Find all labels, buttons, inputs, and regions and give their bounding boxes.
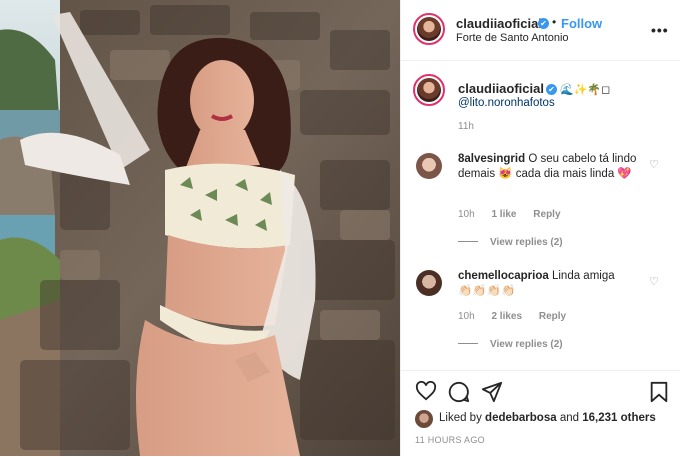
commenter-avatar[interactable] (416, 270, 442, 296)
view-replies-label: View replies (2) (490, 339, 563, 350)
commenter-username[interactable]: 8alvesingrid (458, 153, 525, 165)
caption-author-avatar[interactable] (413, 74, 445, 106)
commenter-avatar[interactable] (416, 153, 442, 179)
post-header: claudiiaoficial ✔ • Follow Forte de Sant… (401, 0, 680, 61)
caption-username[interactable]: claudiiaoficial (458, 81, 544, 96)
replies-divider-line (458, 343, 478, 344)
caption-header: claudiiaoficial ✔ 🌊✨🌴◻ (458, 80, 610, 98)
more-dots-icon[interactable]: ••• (651, 22, 669, 38)
author-avatar[interactable] (413, 13, 445, 45)
view-replies-button[interactable]: View replies (2) (458, 339, 563, 350)
post-photo[interactable] (0, 0, 400, 456)
comment-time[interactable]: 10h (458, 311, 475, 322)
verified-badge-icon: ✔ (538, 18, 549, 29)
verified-badge-icon: ✔ (545, 84, 557, 95)
bookmark-icon[interactable] (649, 381, 669, 403)
likes-joiner: and (559, 412, 580, 424)
replies-divider-line (458, 241, 478, 242)
follow-button[interactable]: Follow (561, 16, 602, 31)
heart-icon[interactable] (415, 381, 437, 401)
reply-button[interactable]: Reply (533, 209, 560, 220)
likes-summary[interactable]: Liked by dedebarbosa and 16,231 others (439, 412, 656, 424)
comment-icon[interactable] (448, 381, 470, 403)
liker-avatar[interactable] (415, 410, 433, 428)
comment-text: 8alvesingrid O seu cabelo tá lindo demai… (458, 152, 653, 182)
comment-body-line2: 👏🏻👏🏻👏🏻👏🏻 (458, 285, 516, 297)
comment-meta: 10h 1 like Reply (458, 209, 575, 220)
comment-text: chemellocaprioa Linda amiga 👏🏻👏🏻👏🏻👏🏻 (458, 269, 653, 299)
separator-dot: • (552, 15, 557, 29)
like-comment-heart-icon[interactable]: ♡ (649, 275, 659, 288)
caption-mention-link[interactable]: @lito.noronhafotos (458, 97, 555, 109)
comments-section[interactable]: claudiiaoficial ✔ 🌊✨🌴◻ @lito.noronhafotos … (401, 61, 680, 370)
comment-body: Linda amiga (551, 270, 615, 282)
likes-prefix: Liked by (439, 412, 482, 424)
instagram-post: claudiiaoficial ✔ • Follow Forte de Sant… (0, 0, 680, 456)
view-replies-button[interactable]: View replies (2) (458, 237, 563, 248)
post-timestamp[interactable]: 11 HOURS AGO (415, 435, 485, 445)
comment-likes[interactable]: 2 likes (491, 311, 522, 322)
liker-username[interactable]: dedebarbosa (485, 412, 557, 424)
view-replies-label: View replies (2) (490, 237, 563, 248)
share-icon[interactable] (481, 381, 503, 403)
post-actions: Liked by dedebarbosa and 16,231 others 1… (401, 370, 680, 457)
caption-time[interactable]: 11h (458, 121, 474, 132)
comment-likes[interactable]: 1 like (491, 209, 516, 220)
reply-button[interactable]: Reply (539, 311, 566, 322)
caption-emojis: 🌊✨🌴◻ (559, 84, 611, 96)
commenter-username[interactable]: chemellocaprioa (458, 270, 549, 282)
photo-image (0, 0, 400, 456)
author-username[interactable]: claudiiaoficial (456, 16, 542, 31)
post-sidebar: claudiiaoficial ✔ • Follow Forte de Sant… (400, 0, 680, 456)
comment-time[interactable]: 10h (458, 209, 475, 220)
likes-others[interactable]: 16,231 others (582, 412, 656, 424)
comment-meta: 10h 2 likes Reply (458, 311, 580, 322)
post-location[interactable]: Forte de Santo Antonio (456, 32, 569, 44)
like-comment-heart-icon[interactable]: ♡ (649, 158, 659, 171)
